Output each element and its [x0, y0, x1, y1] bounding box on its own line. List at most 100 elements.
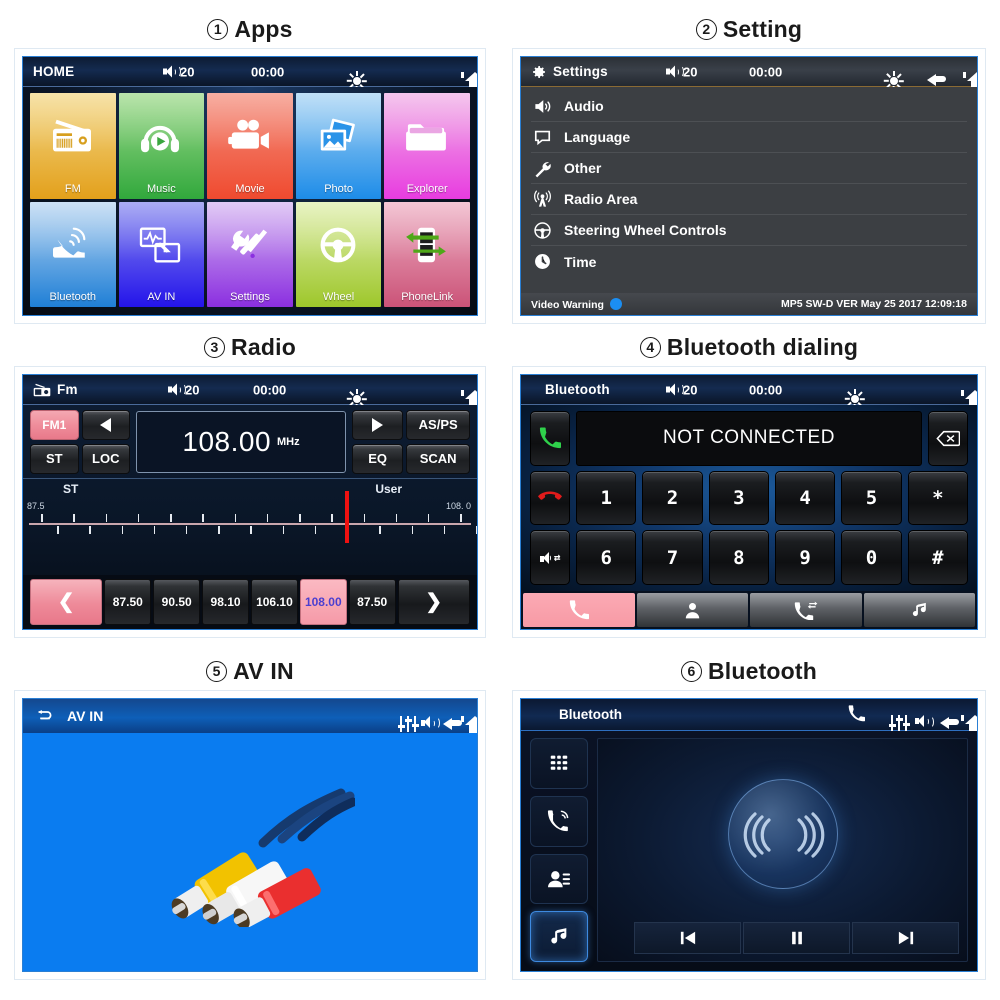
preset-button-4[interactable]: 106.10: [251, 579, 298, 625]
audio-transfer-button[interactable]: ⇄: [530, 530, 570, 586]
statusbar-apps: HOME 20 00:00: [23, 57, 477, 91]
app-tile-music[interactable]: Music: [118, 93, 205, 199]
dialpad-key-7[interactable]: 7: [642, 530, 703, 586]
next-station-button[interactable]: [352, 409, 404, 440]
volume-indicator[interactable]: 20: [666, 64, 697, 79]
dialpad-key-8[interactable]: 8: [708, 530, 769, 586]
prev-track-button[interactable]: [634, 922, 741, 954]
app-tile-phonelink[interactable]: PhoneLink: [384, 201, 470, 307]
call-icon: [547, 810, 569, 832]
radio-icon: [33, 383, 51, 396]
scale-tick-minor: [218, 526, 220, 534]
backspace-button[interactable]: [928, 411, 968, 466]
settings-item-audio[interactable]: Audio: [531, 91, 967, 122]
radio-right-cluster: AS/PS EQ SCAN: [352, 409, 470, 474]
local-button[interactable]: LOC: [81, 443, 130, 474]
dialpad-key-2[interactable]: 2: [642, 470, 703, 526]
tab-contacts[interactable]: [636, 593, 748, 627]
app-tile-av-in[interactable]: AV IN: [118, 201, 205, 307]
preset-prev-button[interactable]: ❮: [30, 579, 103, 625]
app-tile-wheel[interactable]: Wheel: [295, 201, 382, 307]
dialpad-key-*[interactable]: *: [907, 470, 968, 526]
scale-tick-major: [73, 514, 75, 522]
sidebar-call-button[interactable]: [530, 795, 588, 847]
volume-value: 20: [180, 64, 195, 79]
dialpad-key-0[interactable]: 0: [841, 530, 902, 586]
volume-indicator[interactable]: 20: [168, 382, 199, 397]
settings-item-other[interactable]: Other: [531, 153, 967, 184]
dialpad-key-1[interactable]: 1: [576, 470, 637, 526]
pause-button[interactable]: [743, 922, 850, 954]
settings-item-language[interactable]: Language: [531, 122, 967, 153]
app-tile-movie[interactable]: Movie: [207, 93, 293, 199]
tile-label: AV IN: [147, 291, 176, 303]
tile-label: Movie: [235, 182, 265, 195]
panel-title: Bluetooth dialing: [666, 334, 859, 360]
dialpad-key-9[interactable]: 9: [774, 530, 836, 586]
app-tile-bluetooth[interactable]: Bluetooth: [30, 201, 116, 307]
panel-caption-bluetooth: 6 Bluetooth: [512, 656, 986, 686]
dialpad-key-6[interactable]: 6: [576, 530, 637, 586]
settings-item-label: Steering Wheel Controls: [564, 222, 727, 238]
preset-bar: ❮ 87.50 90.50 98.10 106.10 108.00 87.50 ❯: [23, 575, 477, 629]
preset-button-6[interactable]: 87.50: [348, 579, 396, 625]
device-frame-settings: Settings 20 00:00 Audio Language Other R…: [512, 48, 986, 324]
phone-button[interactable]: [848, 704, 865, 725]
call-end-icon: [538, 491, 562, 500]
panel-number: 3: [204, 337, 226, 358]
preset-button-3[interactable]: 98.10: [202, 579, 249, 625]
band-button[interactable]: FM1: [30, 409, 79, 440]
bt-tabbar: [521, 591, 977, 629]
dialpad-key-#[interactable]: #: [907, 530, 968, 586]
tab-call-history[interactable]: [750, 593, 862, 627]
call-end-button[interactable]: [530, 470, 570, 526]
steering-icon: [316, 226, 362, 266]
call-answer-button[interactable]: [530, 411, 570, 466]
phone-icon: [848, 704, 865, 721]
scan-button[interactable]: SCAN: [406, 443, 470, 474]
preset-button-5[interactable]: 108.00: [299, 579, 347, 625]
call-answer-icon: [539, 427, 561, 449]
app-tile-photo[interactable]: Photo: [295, 93, 382, 199]
dialpad-key-3[interactable]: 3: [708, 470, 769, 526]
video-warning-toggle[interactable]: [609, 297, 622, 310]
preset-button-2[interactable]: 90.50: [153, 579, 201, 625]
radio-body: FM1 ST LOC 108.00 MHz AS/PS EQ SCAN ST U…: [23, 405, 477, 629]
panel-number: 6: [680, 661, 702, 682]
settings-item-radio-area[interactable]: Radio Area: [531, 184, 967, 215]
preset-button-1[interactable]: 87.50: [104, 579, 152, 625]
next-track-button[interactable]: [852, 922, 959, 954]
sidebar-contacts-button[interactable]: [530, 853, 588, 905]
app-tile-fm[interactable]: FM: [30, 93, 116, 199]
firmware-version: MP5 SW-D VER May 25 2017 12:09:18: [781, 298, 967, 310]
eq-button[interactable]: EQ: [352, 443, 404, 474]
app-tile-explorer[interactable]: Explorer: [384, 93, 470, 199]
photos-icon: [316, 117, 362, 157]
speech-bubble-icon: [531, 128, 553, 147]
sidebar-dialpad-button[interactable]: [530, 738, 588, 789]
scale-tick-minor: [89, 526, 91, 534]
settings-item-time[interactable]: Time: [531, 246, 967, 277]
volume-indicator[interactable]: 20: [666, 382, 697, 397]
device-screen-bluetooth: Bluetooth: [520, 698, 978, 972]
app-tile-settings[interactable]: Settings: [207, 201, 293, 307]
frequency-scale[interactable]: ST User 87.5 108. 0: [23, 479, 477, 557]
screenshot-root: 1 Apps HOME 20 00:00 FM Music Movie Phot…: [0, 0, 1000, 1000]
asps-button[interactable]: AS/PS: [406, 409, 470, 440]
swap-icon: ⇄: [553, 551, 561, 565]
panel-caption-settings: 2 Setting: [512, 14, 986, 44]
tab-bt-music[interactable]: [863, 593, 975, 627]
dialpad-key-5[interactable]: 5: [841, 470, 902, 526]
contacts-icon: [548, 870, 570, 888]
settings-item-steering-wheel-controls[interactable]: Steering Wheel Controls: [531, 215, 967, 246]
stereo-button[interactable]: ST: [30, 443, 79, 474]
prev-track-icon: [680, 931, 695, 945]
dialpad-key-4[interactable]: 4: [774, 470, 836, 526]
tab-dialpad[interactable]: [523, 593, 635, 627]
prev-station-button[interactable]: [81, 409, 130, 440]
sidebar-music-button[interactable]: [530, 911, 588, 962]
video-warning-row[interactable]: Video Warning: [531, 297, 622, 311]
speaker-icon: [666, 65, 684, 78]
volume-indicator[interactable]: 20: [163, 64, 194, 79]
preset-next-button[interactable]: ❯: [397, 579, 470, 625]
